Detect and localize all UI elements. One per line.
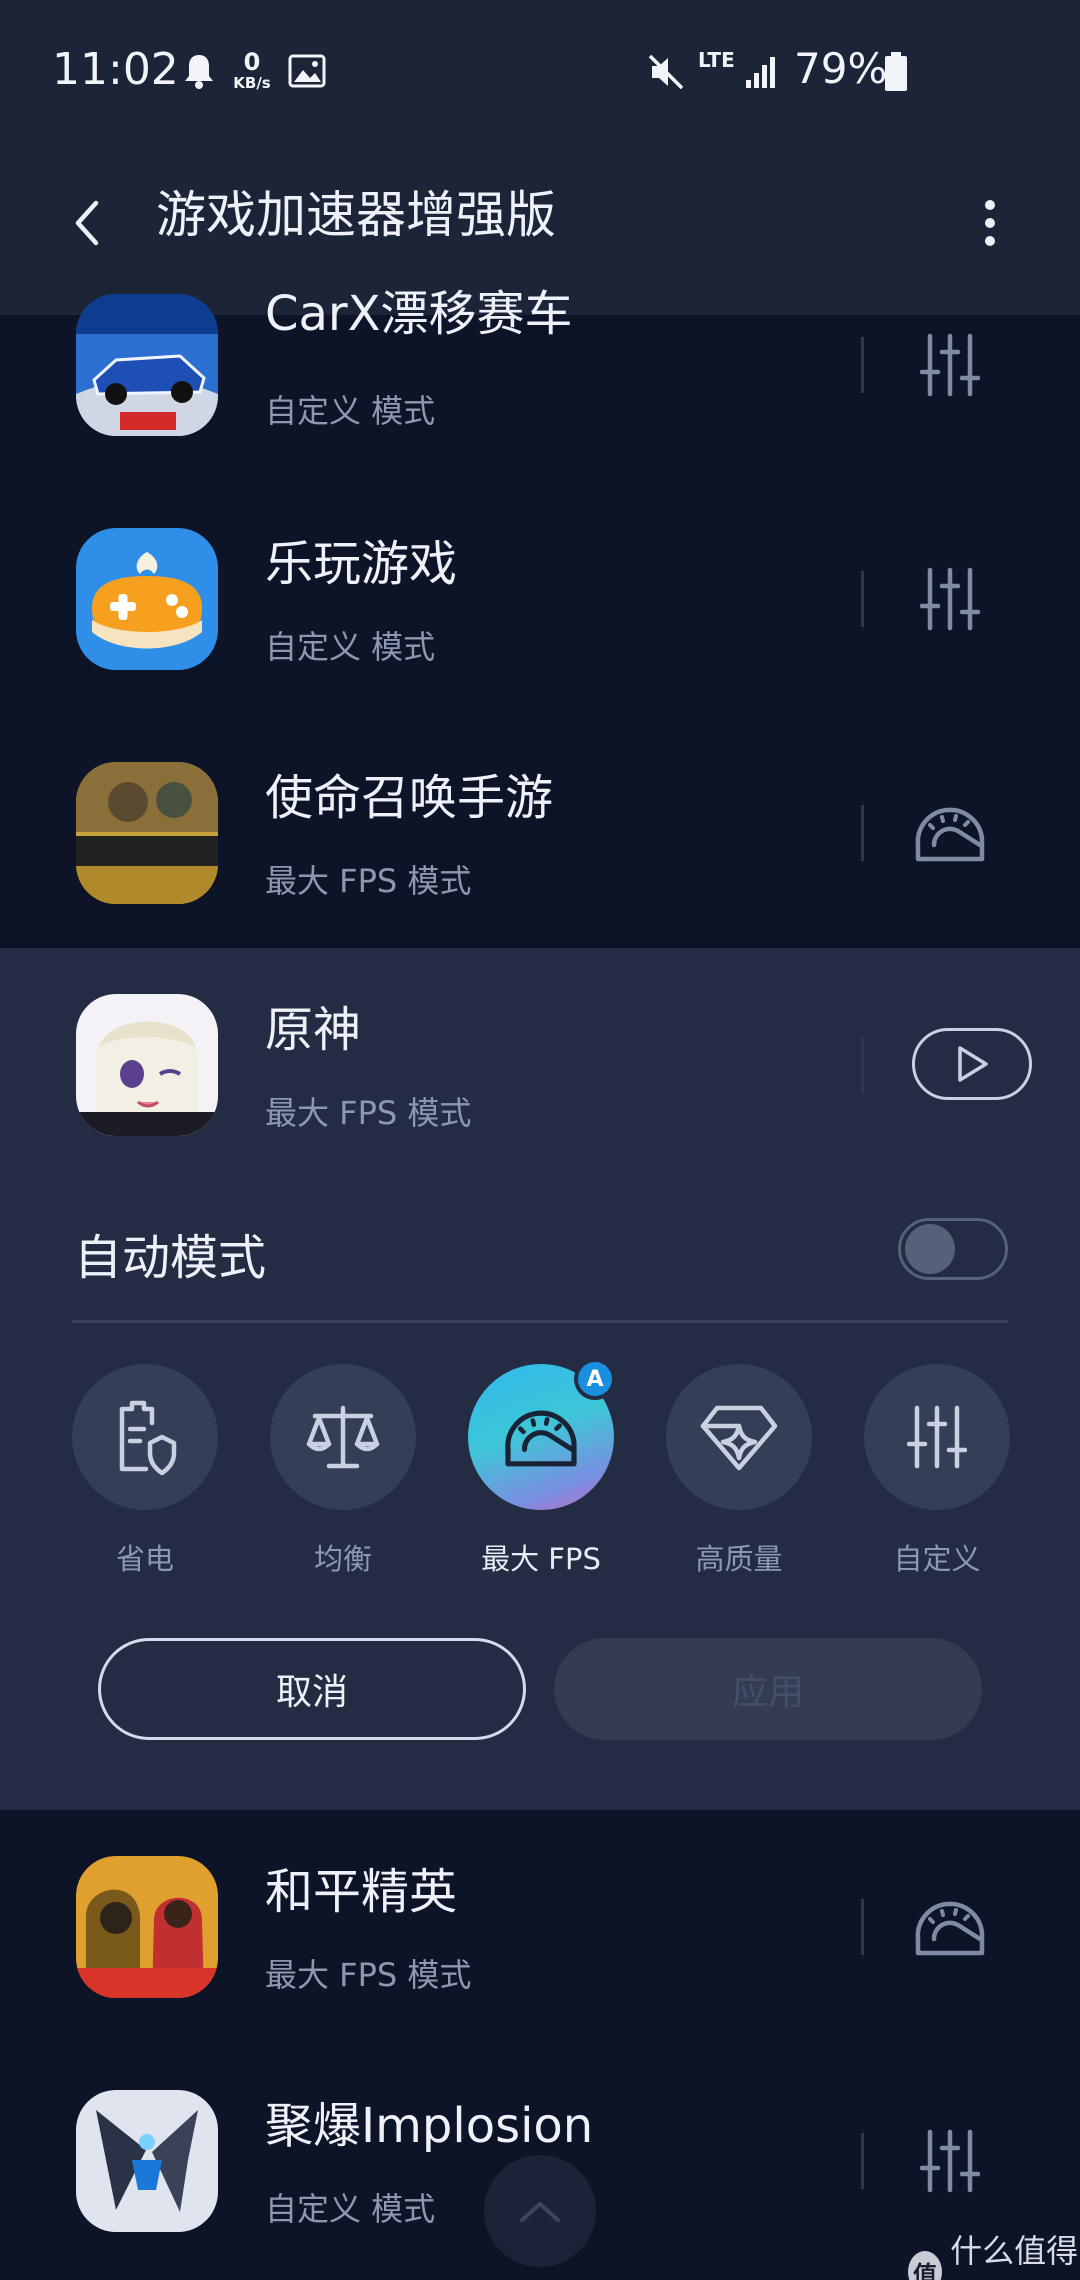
- play-icon: [958, 1046, 988, 1082]
- mode-custom[interactable]: 自定义: [864, 1364, 1010, 1578]
- mode-label: 省电: [115, 1542, 174, 1576]
- genshin-app-icon: [76, 994, 218, 1136]
- diamond-sparkle-icon: [700, 1405, 778, 1471]
- mode-label: 自定义: [893, 1542, 981, 1576]
- game-name: CarX漂移赛车: [265, 286, 573, 342]
- chevron-up-icon: [520, 2202, 560, 2222]
- sliders-icon: [920, 333, 980, 397]
- speedometer-icon: [505, 1410, 577, 1467]
- auto-mode-toggle[interactable]: [898, 1218, 1008, 1280]
- call-of-duty-app-icon: [76, 762, 218, 904]
- bell-icon: [185, 55, 213, 89]
- game-mode: 自定义 模式: [265, 628, 436, 666]
- custom-settings-button[interactable]: [900, 315, 1000, 415]
- sliders-icon: [920, 2129, 980, 2193]
- apply-button[interactable]: 应用: [554, 1638, 982, 1740]
- mode-circle: [864, 1364, 1010, 1510]
- custom-settings-button[interactable]: [900, 549, 1000, 649]
- mode-max-fps[interactable]: A 最大 FPS: [468, 1358, 616, 1578]
- max-fps-mode-button[interactable]: [900, 783, 1000, 883]
- game-mode: 最大 FPS 模式: [265, 1956, 472, 1994]
- row-divider: [861, 337, 864, 393]
- battery-shield-icon: [119, 1400, 177, 1476]
- battery-icon: [885, 52, 907, 91]
- game-name: 聚爆Implosion: [265, 2098, 594, 2154]
- mute-icon: [648, 54, 684, 90]
- game-name: 原神: [265, 1002, 362, 1058]
- carx-racing-app-icon: [76, 294, 218, 436]
- net-speed-indicator: 0 KB/s: [230, 50, 274, 91]
- mode-label: 最大 FPS: [481, 1542, 601, 1576]
- cancel-button[interactable]: 取消: [98, 1638, 526, 1740]
- game-mode: 最大 FPS 模式: [265, 1094, 472, 1132]
- game-row[interactable]: CarX漂移赛车 自定义 模式: [0, 248, 1080, 482]
- mode-circle: [666, 1364, 812, 1510]
- mode-circle: [72, 1364, 218, 1510]
- game-row[interactable]: 和平精英 最大 FPS 模式: [0, 1810, 1080, 2044]
- sliders-icon: [907, 1405, 967, 1469]
- game-mode: 最大 FPS 模式: [265, 862, 472, 900]
- watermark-text: 什么值得买: [950, 2232, 1079, 2280]
- network-type: LTE: [698, 48, 735, 72]
- lewan-gamepad-app-icon: [76, 528, 218, 670]
- mode-circle-selected: A: [468, 1358, 616, 1510]
- auto-badge: A: [574, 1358, 616, 1400]
- game-name: 和平精英: [265, 1864, 458, 1920]
- mode-circle: [270, 1364, 416, 1510]
- row-divider: [861, 2133, 864, 2189]
- mode-balanced[interactable]: 均衡: [270, 1364, 416, 1578]
- launch-game-button[interactable]: [912, 1028, 1032, 1100]
- expanded-game-panel: 原神 最大 FPS 模式 自动模式 省电 均衡 A 最大 FPS 高质量 自定义…: [0, 948, 1080, 1810]
- auto-mode-label: 自动模式: [74, 1230, 267, 1286]
- game-row[interactable]: 乐玩游戏 自定义 模式: [0, 482, 1080, 716]
- net-speed-unit: KB/s: [233, 74, 271, 92]
- max-fps-mode-button[interactable]: [900, 1877, 1000, 1977]
- game-name: 使命召唤手游: [265, 770, 554, 826]
- row-divider: [861, 805, 864, 861]
- status-bar: 11:02 0 KB/s LTE 79%: [0, 0, 1080, 150]
- toggle-knob: [905, 1224, 955, 1274]
- panel-divider: [72, 1320, 1008, 1323]
- game-name: 乐玩游戏: [265, 536, 458, 592]
- custom-settings-button[interactable]: [900, 2111, 1000, 2211]
- implosion-app-icon: [76, 2090, 218, 2232]
- speedometer-icon: [915, 1901, 985, 1956]
- mode-label: 均衡: [313, 1542, 372, 1576]
- game-row[interactable]: 使命召唤手游 最大 FPS 模式: [0, 716, 1080, 950]
- page-title: 游戏加速器增强版: [156, 186, 556, 244]
- row-divider: [861, 571, 864, 627]
- peace-elite-app-icon: [76, 1856, 218, 1998]
- mode-label: 高质量: [695, 1542, 783, 1576]
- watermark: 值 什么值得买: [908, 2226, 1080, 2280]
- game-mode: 自定义 模式: [265, 2190, 436, 2228]
- row-divider: [861, 1899, 864, 1955]
- watermark-logo: 值: [908, 2251, 943, 2280]
- sliders-icon: [920, 567, 980, 631]
- status-time: 11:02: [52, 44, 179, 95]
- signal-icon: [746, 57, 775, 88]
- balance-scale-icon: [306, 1405, 380, 1469]
- mode-power-saving[interactable]: 省电: [72, 1364, 218, 1578]
- game-mode: 自定义 模式: [265, 392, 436, 430]
- net-speed-value: 0: [243, 48, 261, 76]
- more-vertical-icon: [985, 200, 995, 246]
- image-icon: [288, 54, 326, 88]
- mode-high-quality[interactable]: 高质量: [666, 1364, 812, 1578]
- speedometer-icon: [915, 807, 985, 862]
- row-divider: [861, 1037, 864, 1093]
- back-arrow-icon: [75, 200, 99, 246]
- screen: 11:02 0 KB/s LTE 79% 游戏加速器增强版 CarX漂移赛车 自…: [0, 0, 1080, 2280]
- battery-percent: 79%: [794, 44, 888, 93]
- scroll-to-top-button[interactable]: [484, 2155, 596, 2267]
